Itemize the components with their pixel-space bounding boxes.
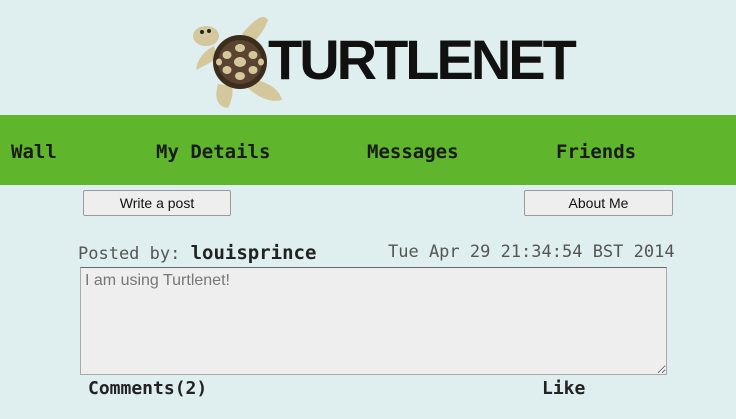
post-timestamp: Tue Apr 29 21:34:54 BST 2014 — [388, 242, 675, 262]
nav-item-messages[interactable]: Messages — [367, 141, 459, 163]
like-button[interactable]: Like — [542, 378, 585, 399]
nav-item-my-details[interactable]: My Details — [156, 141, 270, 163]
post-content[interactable]: I am using Turtlenet! — [80, 267, 667, 375]
nav-item-friends[interactable]: Friends — [556, 141, 636, 163]
write-post-button[interactable]: Write a post — [83, 190, 231, 216]
post-author[interactable]: louisprince — [191, 242, 317, 264]
about-me-button[interactable]: About Me — [524, 190, 673, 216]
header: TURTLENET — [0, 0, 736, 115]
post-author-line: Posted by: louisprince — [78, 242, 316, 264]
comments-link[interactable]: Comments(2) — [88, 378, 207, 399]
nav-item-wall[interactable]: Wall — [11, 141, 57, 163]
logo-text: TURTLENET — [268, 28, 577, 91]
posted-by-label: Posted by: — [78, 244, 181, 264]
nav-bar: Wall My Details Messages Friends — [0, 115, 736, 185]
